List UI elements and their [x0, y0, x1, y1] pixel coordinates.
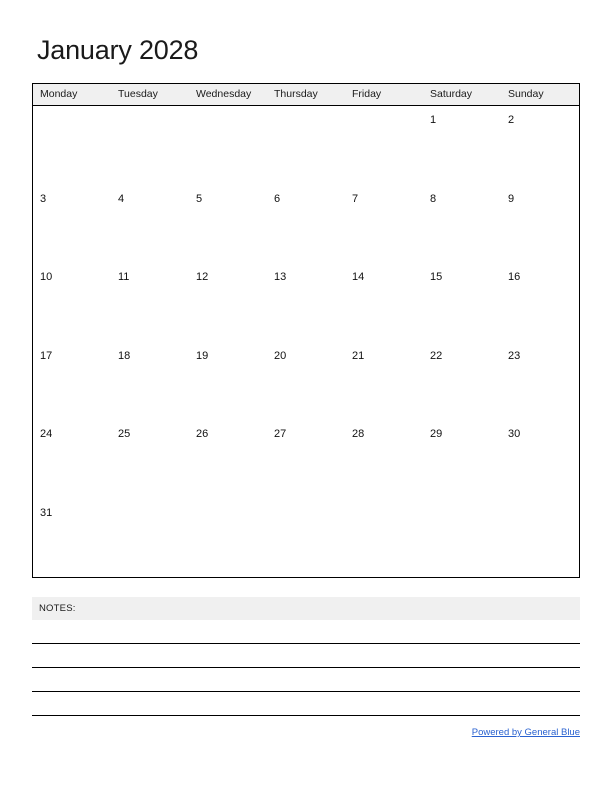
page-title: January 2028	[37, 35, 199, 65]
calendar-day-cell-empty	[267, 499, 345, 578]
calendar-day-cell[interactable]: 5	[189, 185, 267, 264]
calendar-grid: Monday Tuesday Wednesday Thursday Friday Satu…	[32, 83, 580, 578]
powered-by-link[interactable]: Powered by General Blue	[472, 727, 580, 738]
calendar-day-cell[interactable]: 29	[423, 420, 501, 499]
calendar-day-cell[interactable]: 4	[111, 185, 189, 264]
calendar-day-cell[interactable]: 8	[423, 185, 501, 264]
notes-bar: NOTES:	[32, 597, 580, 620]
calendar-day-cell-empty	[501, 499, 579, 578]
calendar-day-cell[interactable]: 26	[189, 420, 267, 499]
calendar-day-cell-empty	[111, 499, 189, 578]
calendar-day-cell-empty	[189, 106, 267, 185]
calendar-day-cell[interactable]: 19	[189, 342, 267, 421]
weekday-header-friday: Friday	[352, 88, 382, 100]
calendar-page: January 2028 Monday Tuesday Wednesday Thurs…	[0, 0, 612, 792]
weekday-header-row: Monday Tuesday Wednesday Thursday Friday Satu…	[33, 84, 579, 106]
calendar-day-cell-empty	[345, 106, 423, 185]
calendar-day-cell[interactable]: 18	[111, 342, 189, 421]
weekday-header-wednesday: Wednesday	[196, 88, 252, 100]
calendar-day-cell[interactable]: 30	[501, 420, 579, 499]
calendar-day-cell-empty	[345, 499, 423, 578]
calendar-day-cell[interactable]: 2	[501, 106, 579, 185]
notes-line[interactable]	[32, 620, 580, 644]
calendar-day-cell[interactable]: 27	[267, 420, 345, 499]
calendar-day-cell[interactable]: 13	[267, 263, 345, 342]
calendar-day-cell[interactable]: 20	[267, 342, 345, 421]
calendar-day-cell[interactable]: 9	[501, 185, 579, 264]
calendar-day-cell[interactable]: 22	[423, 342, 501, 421]
calendar-day-cell[interactable]: 14	[345, 263, 423, 342]
calendar-day-cell[interactable]: 21	[345, 342, 423, 421]
calendar-week-row: 3456789	[33, 185, 579, 264]
calendar-day-cell-empty	[111, 106, 189, 185]
calendar-day-cell[interactable]: 12	[189, 263, 267, 342]
calendar-day-cell[interactable]: 15	[423, 263, 501, 342]
calendar-week-row: 17 18 19 20 21 22 23	[33, 342, 579, 421]
notes-line[interactable]	[32, 668, 580, 692]
notes-line[interactable]	[32, 692, 580, 716]
weekday-header-thursday: Thursday	[274, 88, 318, 100]
calendar-weeks: 1 2 3 4 5 6 7 8 9 10 11 12 13 14 15 16 17 18 19 20 21 22 23 24 2…	[33, 106, 579, 577]
weekday-header-sunday: Sunday	[508, 88, 544, 100]
weekday-header-monday: Monday	[40, 88, 78, 100]
weekday-header-tuesday: Tuesday	[118, 88, 158, 100]
calendar-day-cell-empty	[423, 499, 501, 578]
calendar-day-cell[interactable]: 25	[111, 420, 189, 499]
notes-line[interactable]	[32, 644, 580, 668]
calendar-week-row: 10 11 12 13 14 15 16	[33, 263, 579, 342]
calendar-week-row: 31	[33, 499, 579, 578]
calendar-day-cell[interactable]: 24	[33, 420, 111, 499]
weekday-header-saturday: Saturday	[430, 88, 473, 100]
calendar-day-cell-empty	[33, 106, 111, 185]
footer: Powered by General Blue	[32, 722, 580, 740]
calendar-day-cell[interactable]: 31	[33, 499, 111, 578]
calendar-day-cell[interactable]: 11	[111, 263, 189, 342]
calendar-day-cell[interactable]: 6	[267, 185, 345, 264]
calendar-day-cell[interactable]: 10	[33, 263, 111, 342]
calendar-day-cell[interactable]: 3	[33, 185, 111, 264]
notes-lines	[32, 620, 580, 716]
calendar-week-row: 24 25 26 27 28 29 30	[33, 420, 579, 499]
calendar-day-cell[interactable]: 17	[33, 342, 111, 421]
calendar-day-cell[interactable]: 28	[345, 420, 423, 499]
calendar-day-cell-empty	[189, 499, 267, 578]
calendar-day-cell[interactable]: 1	[423, 106, 501, 185]
calendar-day-cell[interactable]: 7	[345, 185, 423, 264]
calendar-day-cell-empty	[267, 106, 345, 185]
notes-label: NOTES:	[39, 603, 76, 614]
calendar-day-cell[interactable]: 16	[501, 263, 579, 342]
calendar-week-row: 12	[33, 106, 579, 185]
calendar-day-cell[interactable]: 23	[501, 342, 579, 421]
